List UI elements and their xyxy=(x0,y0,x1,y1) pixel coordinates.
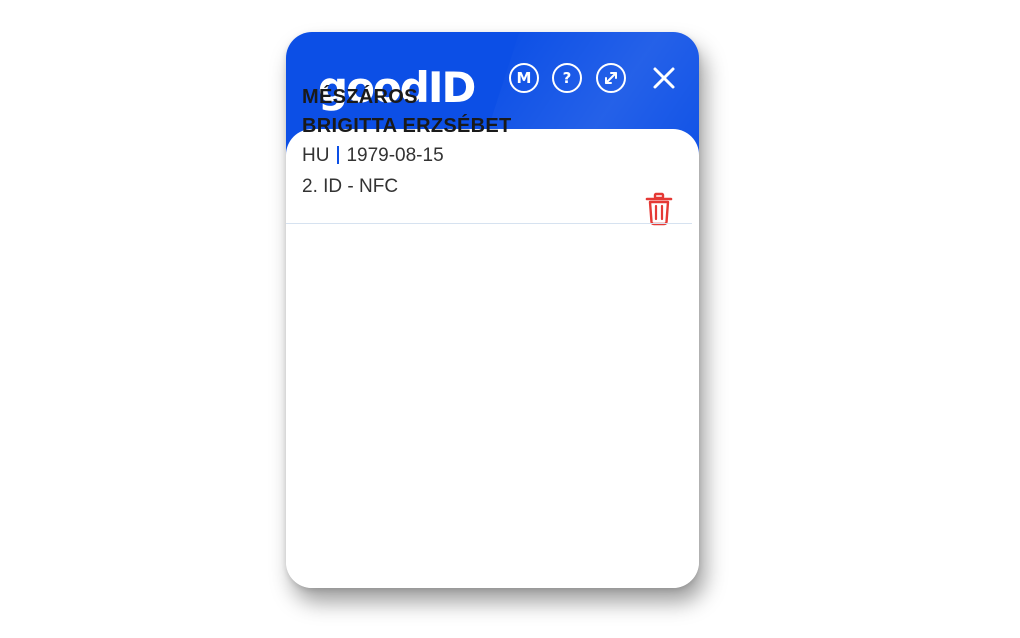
meta-separator xyxy=(337,146,340,164)
identity-document: 2. ID - NFC xyxy=(302,176,399,197)
delete-identity-button[interactable] xyxy=(644,192,674,226)
item-divider xyxy=(286,223,692,224)
identity-item[interactable]: MÉSZÁROS BRIGITTA ERZSÉBET HU 1979-08-15 … xyxy=(286,32,699,197)
identity-last-name: MÉSZÁROS xyxy=(302,86,418,108)
trash-icon xyxy=(645,192,673,226)
identity-meta: HU 1979-08-15 xyxy=(302,145,444,167)
identity-first-names: BRIGITTA ERZSÉBET xyxy=(302,115,512,137)
identity-birth-date: 1979-08-15 xyxy=(346,145,444,166)
goodid-widget: goodID M ? MÉSZÁROS BRIGITTA ERZSÉBET HU xyxy=(286,32,699,588)
identity-country: HU xyxy=(302,145,330,166)
